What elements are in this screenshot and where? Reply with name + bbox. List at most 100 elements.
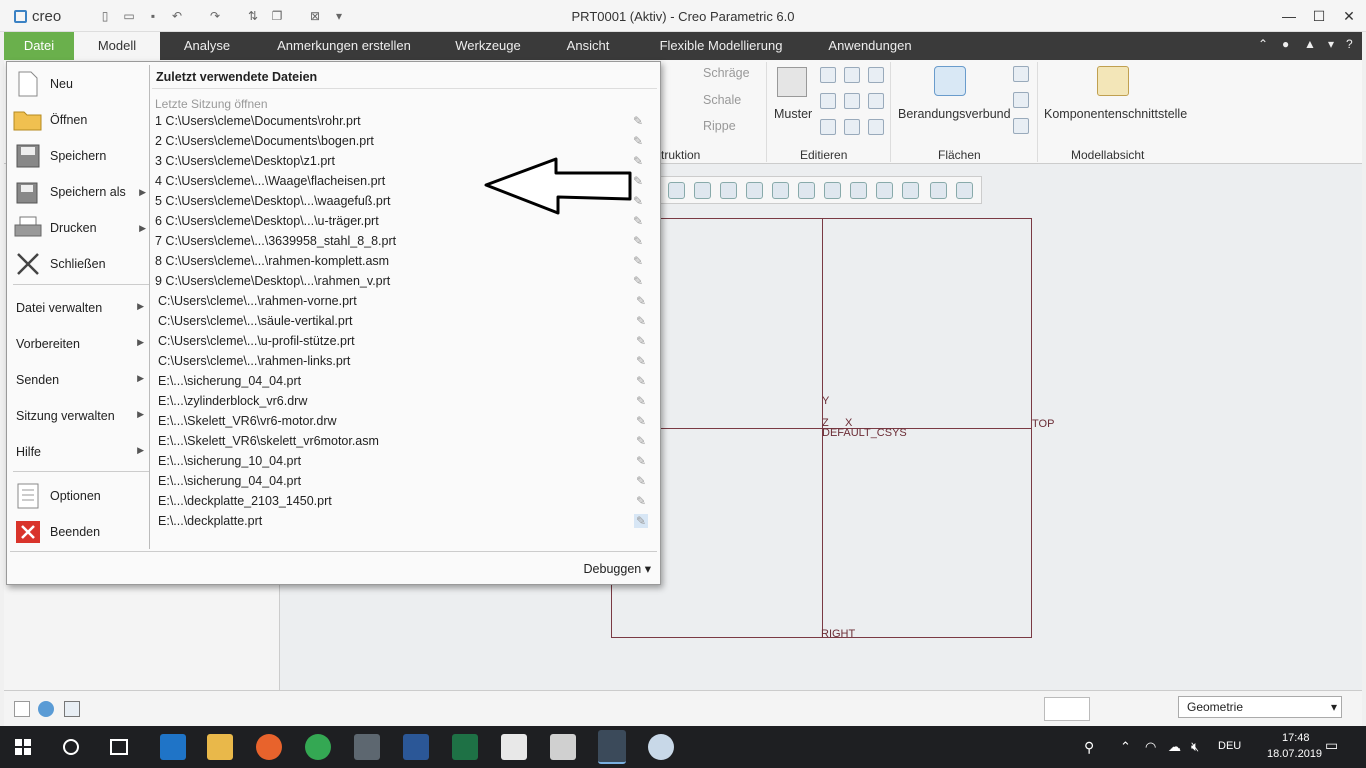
menu-item-sitzung-verwalten[interactable]: Sitzung verwalten ▶: [16, 409, 146, 423]
notification-icon[interactable]: ▭: [1325, 737, 1338, 754]
collapse-ribbon-icon[interactable]: ⌃: [1258, 37, 1268, 51]
pin-icon[interactable]: ✎: [634, 394, 648, 408]
speaker-mute-icon[interactable]: 🔇︎: [1191, 739, 1199, 755]
selection-filter[interactable]: Geometrie ▾: [1178, 696, 1342, 718]
menu-item-speichern[interactable]: Speichern: [10, 139, 150, 173]
recent-file-item[interactable]: E:\...\deckplatte_2103_1450.prt ✎: [158, 491, 658, 511]
close-icon[interactable]: ✕: [1334, 6, 1364, 26]
tab-anwendungen[interactable]: Anwendungen: [822, 32, 918, 60]
pin-icon[interactable]: ✎: [634, 374, 648, 388]
clock-time[interactable]: 17:48: [1282, 732, 1310, 744]
creo-taskbar-icon[interactable]: [598, 730, 626, 764]
pin-icon[interactable]: ✎: [634, 514, 648, 528]
trim-icon[interactable]: [868, 67, 884, 83]
recent-file-item[interactable]: C:\Users\cleme\...\säule-vertikal.prt ✎: [158, 311, 658, 331]
solidify-icon[interactable]: [868, 119, 884, 135]
menu-item-oeffnen[interactable]: Öffnen: [10, 103, 150, 137]
view-manager-icon[interactable]: [824, 182, 841, 199]
recent-file-item[interactable]: 2 C:\Users\cleme\Documents\bogen.prt ✎: [155, 131, 655, 151]
menu-item-datei-verwalten[interactable]: Datei verwalten ▶: [16, 301, 146, 315]
pin-icon[interactable]: ✎: [634, 494, 648, 508]
repaint-icon[interactable]: [746, 182, 763, 199]
tab-datei[interactable]: Datei: [4, 32, 74, 60]
display-style-icon[interactable]: [772, 182, 789, 199]
menu-item-drucken[interactable]: Drucken ▶: [10, 211, 150, 245]
recent-file-item[interactable]: E:\...\Skelett_VR6\vr6-motor.drw ✎: [158, 411, 658, 431]
task-view-icon[interactable]: [110, 739, 128, 755]
recent-file-item[interactable]: C:\Users\cleme\...\u-profil-stütze.prt ✎: [158, 331, 658, 351]
perspective-icon[interactable]: [850, 182, 867, 199]
find-button[interactable]: [1044, 697, 1090, 721]
komponente-button[interactable]: Komponentenschnittstelle: [1044, 107, 1187, 121]
maximize-icon[interactable]: ☐: [1304, 6, 1334, 26]
browser-toggle-icon[interactable]: [38, 701, 54, 717]
merge-icon[interactable]: [820, 93, 836, 109]
excel-icon[interactable]: [452, 734, 478, 760]
pin-icon[interactable]: ✎: [631, 254, 645, 268]
refit-icon[interactable]: [668, 182, 685, 199]
minimize-icon[interactable]: —: [1274, 6, 1304, 26]
chevron-up-icon[interactable]: ⌃: [1120, 739, 1131, 755]
edge-icon[interactable]: [160, 734, 186, 760]
store-icon[interactable]: [550, 734, 576, 760]
spin-center-icon[interactable]: [956, 182, 973, 199]
people-icon[interactable]: ⚲: [1084, 739, 1094, 756]
menu-item-schliessen[interactable]: Schließen: [10, 247, 150, 281]
pin-icon[interactable]: ✎: [631, 114, 645, 128]
zoom-in-icon[interactable]: [694, 182, 711, 199]
word-icon[interactable]: [403, 734, 429, 760]
recent-file-item[interactable]: 9 C:\Users\cleme\Desktop\...\rahmen_v.pr…: [155, 271, 655, 291]
freestyle-icon[interactable]: [1013, 118, 1029, 134]
group-flaechen[interactable]: Flächen: [938, 148, 981, 162]
tab-werkzeuge[interactable]: Werkzeuge: [448, 32, 528, 60]
zoom-out-icon[interactable]: [720, 182, 737, 199]
menu-item-beenden[interactable]: Beenden: [10, 515, 150, 549]
pin-icon[interactable]: ✎: [634, 414, 648, 428]
firefox-icon[interactable]: [256, 734, 282, 760]
menu-item-senden[interactable]: Senden ▶: [16, 373, 146, 387]
annotation-display-icon[interactable]: [930, 182, 947, 199]
pin-icon[interactable]: ✎: [631, 134, 645, 148]
explorer-icon[interactable]: [207, 734, 233, 760]
rippe-button[interactable]: Rippe: [703, 119, 736, 133]
recent-file-item[interactable]: E:\...\Skelett_VR6\skelett_vr6motor.asm ✎: [158, 431, 658, 451]
pin-icon[interactable]: ✎: [634, 474, 648, 488]
intersect-icon[interactable]: [820, 119, 836, 135]
schale-button[interactable]: Schale: [703, 93, 741, 107]
thicken-icon[interactable]: [868, 93, 884, 109]
help-icon[interactable]: ?: [1346, 37, 1353, 51]
pin-icon[interactable]: ✎: [631, 234, 645, 248]
recent-file-item[interactable]: E:\...\deckplatte.prt ✎: [158, 511, 658, 531]
language-indicator[interactable]: DEU: [1218, 740, 1241, 752]
windows-start-icon[interactable]: [15, 739, 31, 755]
tab-ansicht[interactable]: Ansicht: [560, 32, 616, 60]
pin-icon[interactable]: ✎: [634, 314, 648, 328]
clock-date[interactable]: 18.07.2019: [1267, 748, 1322, 760]
recent-file-item[interactable]: C:\Users\cleme\...\rahmen-links.prt ✎: [158, 351, 658, 371]
recent-file-item[interactable]: E:\...\sicherung_10_04.prt ✎: [158, 451, 658, 471]
community-icon[interactable]: ▲: [1304, 37, 1316, 51]
debug-dropdown[interactable]: Debuggen ▾: [584, 561, 651, 576]
muster-button[interactable]: Muster: [774, 107, 812, 121]
mail-icon[interactable]: [501, 734, 527, 760]
open-last-session[interactable]: Letzte Sitzung öffnen: [155, 97, 268, 111]
top-plane-label[interactable]: TOP: [1032, 418, 1054, 430]
offset-icon[interactable]: [844, 93, 860, 109]
menu-item-optionen[interactable]: Optionen: [10, 479, 150, 513]
pin-icon[interactable]: ✎: [634, 334, 648, 348]
section-icon[interactable]: [876, 182, 893, 199]
recent-file-item[interactable]: 1 C:\Users\cleme\Documents\rohr.prt ✎: [155, 111, 655, 131]
pin-icon[interactable]: ✎: [634, 454, 648, 468]
csys-label[interactable]: DEFAULT_CSYS: [822, 427, 907, 439]
pin-icon[interactable]: ✎: [634, 294, 648, 308]
group-editieren[interactable]: Editieren: [800, 148, 847, 162]
tab-modell[interactable]: Modell: [74, 32, 160, 60]
berandung-button[interactable]: Berandungsverbund: [898, 107, 1011, 121]
model-tree-toggle-icon[interactable]: [14, 701, 30, 717]
pin-icon[interactable]: ✎: [631, 274, 645, 288]
saved-orientations-icon[interactable]: [798, 182, 815, 199]
recent-file-item[interactable]: C:\Users\cleme\...\rahmen-vorne.prt ✎: [158, 291, 658, 311]
menu-item-speichern-als[interactable]: Speichern als ▶: [10, 175, 150, 209]
pin-icon[interactable]: ✎: [634, 354, 648, 368]
wifi-icon[interactable]: ◠: [1145, 739, 1156, 755]
